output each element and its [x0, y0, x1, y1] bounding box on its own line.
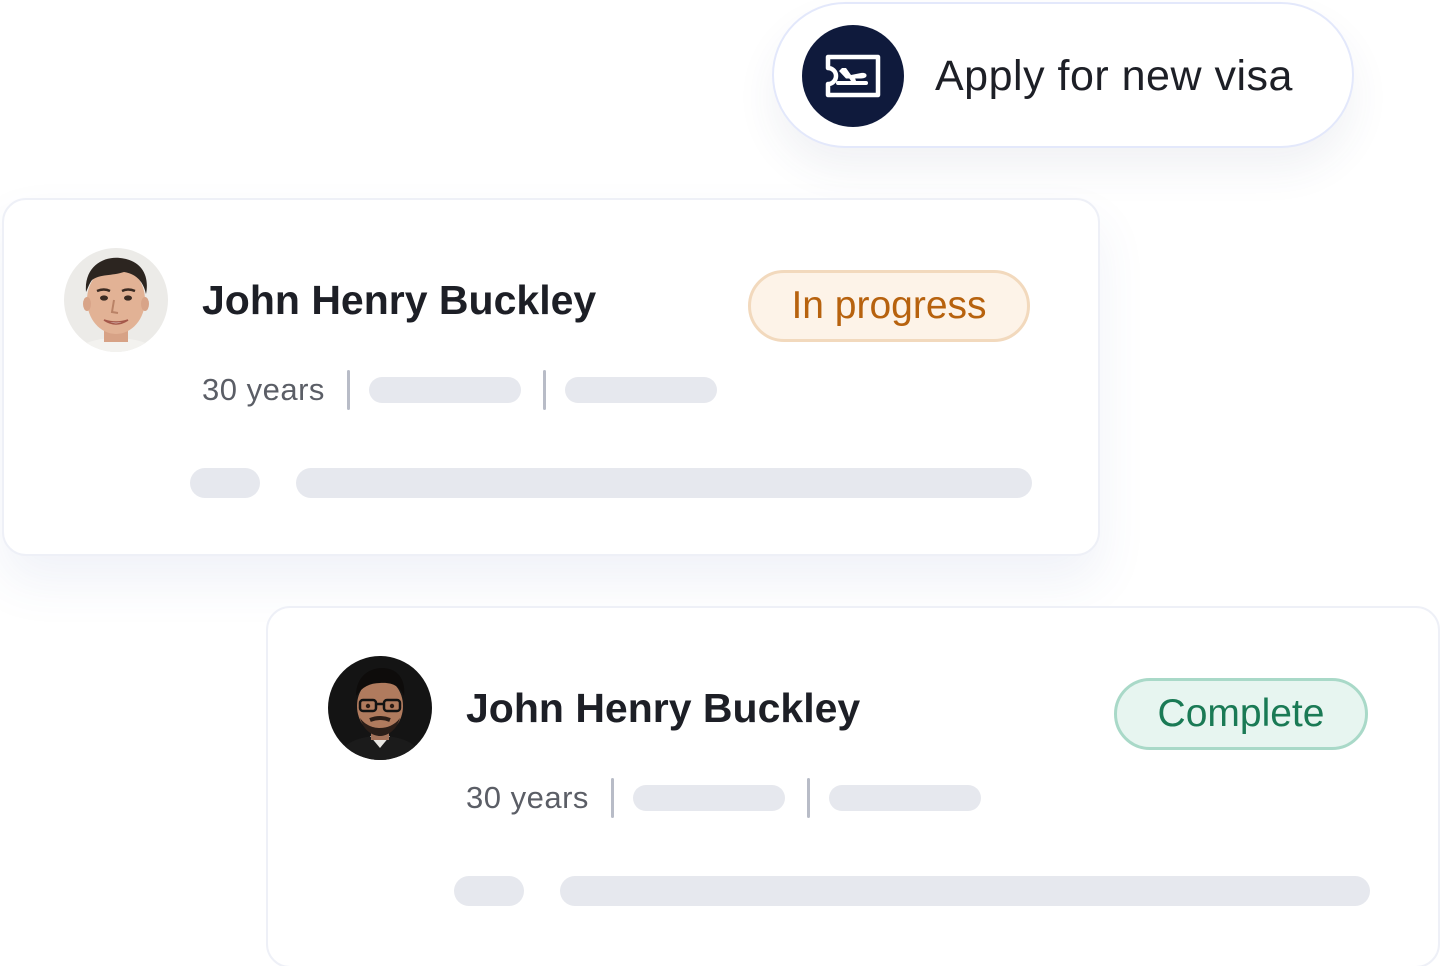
applicant-name: John Henry Buckley — [202, 277, 597, 323]
visa-dashboard: Apply for new visa John Henry Buckley In — [0, 0, 1440, 966]
divider — [346, 370, 350, 410]
placeholder-bar — [296, 468, 1032, 498]
applicant-meta: 30 years — [466, 776, 981, 820]
applicant-age: 30 years — [202, 372, 325, 407]
placeholder-bar — [190, 468, 260, 498]
divider — [542, 370, 546, 410]
plane-ticket-icon — [802, 25, 904, 127]
applicant-card[interactable]: John Henry Buckley In progress 30 years — [2, 198, 1100, 556]
applicant-age: 30 years — [466, 780, 589, 815]
placeholder-bar — [368, 377, 521, 403]
placeholder-bar — [564, 377, 717, 403]
apply-new-visa-button[interactable]: Apply for new visa — [772, 2, 1354, 148]
status-badge: In progress — [748, 270, 1030, 342]
applicant-name: John Henry Buckley — [466, 685, 861, 731]
applicant-meta: 30 years — [202, 368, 717, 412]
placeholder-bar — [454, 876, 524, 906]
avatar — [64, 248, 168, 352]
placeholder-bar — [632, 785, 785, 811]
apply-new-visa-label: Apply for new visa — [935, 52, 1293, 100]
applicant-card[interactable]: John Henry Buckley Complete 30 years — [266, 606, 1440, 966]
status-badge: Complete — [1114, 678, 1368, 750]
placeholder-bar — [560, 876, 1370, 906]
divider — [610, 778, 614, 818]
avatar — [328, 656, 432, 760]
divider — [806, 778, 810, 818]
placeholder-bar — [828, 785, 981, 811]
